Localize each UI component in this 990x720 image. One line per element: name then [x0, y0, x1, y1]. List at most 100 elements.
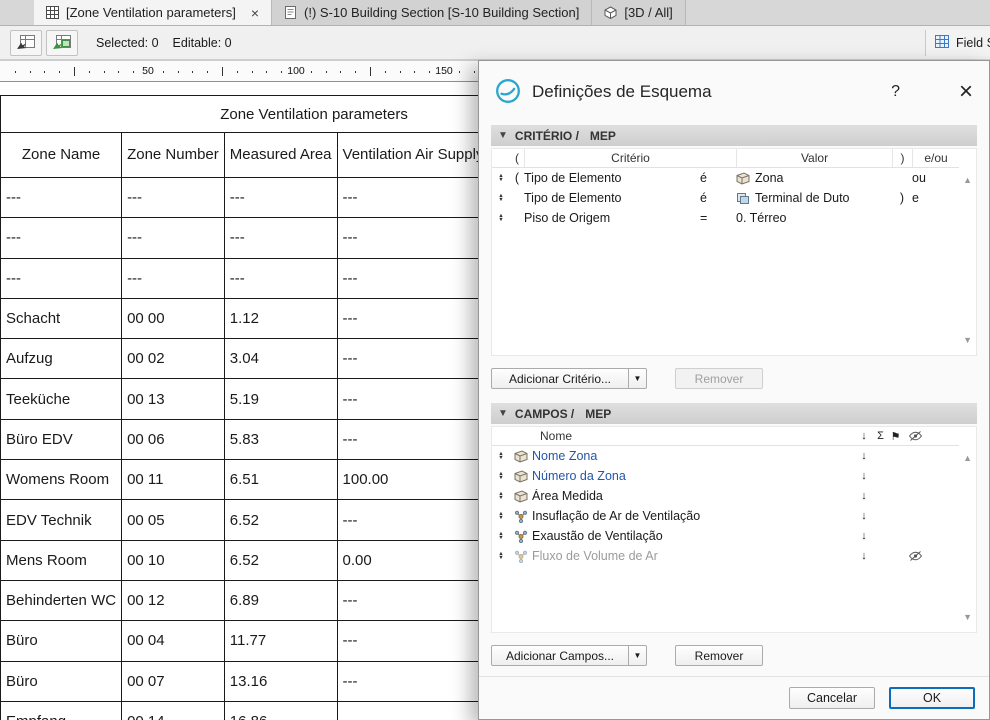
table-cell[interactable]: ---	[223, 217, 338, 259]
table-cell[interactable]: ---	[0, 257, 123, 299]
reorder-handle-icon[interactable]: ▲ ▼	[492, 551, 510, 561]
table-cell[interactable]: ---	[336, 257, 490, 299]
table-cell[interactable]: Büro EDV	[0, 418, 123, 461]
table-cell[interactable]: 00 10	[121, 539, 225, 581]
table-cell[interactable]: ---	[336, 418, 490, 461]
table-cell[interactable]: ---	[121, 257, 225, 299]
field-row[interactable]: ▲ ▼ Fluxo de Volume de Ar ↓	[492, 546, 959, 566]
table-cell[interactable]: Büro	[0, 620, 123, 662]
table-cell[interactable]: 00 13	[121, 378, 225, 420]
table-cell[interactable]: 6.89	[223, 579, 338, 622]
scroll-down-icon[interactable]: ▼	[963, 335, 972, 345]
tab-close-icon[interactable]: ×	[251, 6, 259, 20]
table-cell[interactable]: 11.77	[223, 620, 338, 662]
reorder-handle-icon[interactable]: ▲ ▼	[492, 193, 510, 203]
show-selection-on-plan-button[interactable]	[10, 29, 42, 56]
table-cell[interactable]: ---	[121, 217, 225, 259]
table-cell[interactable]: 6.52	[223, 499, 338, 541]
ok-button[interactable]: OK	[889, 687, 975, 709]
field-row[interactable]: ▲ ▼ Área Medida ↓	[492, 486, 959, 506]
tab-threed[interactable]: [3D / All]	[592, 0, 686, 25]
table-cell[interactable]: Aufzug	[0, 338, 123, 380]
table-cell[interactable]: Büro	[0, 660, 123, 702]
add-criteria-button[interactable]: Adicionar Critério...	[491, 368, 629, 389]
reorder-handle-icon[interactable]: ▲ ▼	[492, 451, 510, 461]
table-cell[interactable]: ---	[121, 176, 225, 219]
field-settings-button[interactable]: Field Sett	[925, 30, 990, 56]
table-cell[interactable]: 3.04	[223, 338, 338, 380]
field-row[interactable]: ▲ ▼ Nome Zona ↓	[492, 446, 959, 466]
cancel-button[interactable]: Cancelar	[789, 687, 875, 709]
table-cell[interactable]: ---	[336, 297, 490, 340]
add-fields-button[interactable]: Adicionar Campos...	[491, 645, 629, 666]
table-cell[interactable]: 00 02	[121, 338, 225, 380]
reorder-handle-icon[interactable]: ▲ ▼	[492, 531, 510, 541]
criteria-row[interactable]: ▲ ▼ (Tipo de Elemento é Zona ou	[492, 168, 959, 188]
field-row[interactable]: ▲ ▼ Insuflação de Ar de Ventilação ↓	[492, 506, 959, 526]
table-cell[interactable]: 0.00	[336, 539, 490, 581]
tab-section[interactable]: (!) S-10 Building Section [S-10 Building…	[272, 0, 593, 25]
table-cell[interactable]: ---	[223, 176, 338, 219]
reorder-handle-icon[interactable]: ▲ ▼	[492, 213, 510, 223]
table-cell[interactable]: 6.51	[223, 459, 338, 501]
table-cell[interactable]: Empfang	[0, 700, 123, 720]
close-button[interactable]: ×	[959, 80, 973, 104]
table-cell[interactable]: ---	[336, 660, 490, 702]
reorder-handle-icon[interactable]: ▲ ▼	[492, 471, 510, 481]
scroll-up-icon[interactable]: ▲	[963, 453, 972, 463]
table-cell[interactable]: 00 04	[121, 620, 225, 662]
reorder-handle-icon[interactable]: ▲ ▼	[492, 511, 510, 521]
table-cell[interactable]: Schacht	[0, 297, 123, 340]
column-header[interactable]: Zone Name	[0, 132, 123, 178]
criteria-section-header[interactable]: ▼ CRITÉRIO / MEP	[491, 125, 977, 146]
table-cell[interactable]: 00 07	[121, 660, 225, 702]
reorder-handle-icon[interactable]: ▲ ▼	[492, 491, 510, 501]
table-cell[interactable]: 1.12	[223, 297, 338, 340]
fields-section-header[interactable]: ▼ CAMPOS / MEP	[491, 403, 977, 424]
table-cell[interactable]: EDV Technik	[0, 499, 123, 541]
field-row[interactable]: ▲ ▼ Número da Zona ↓	[492, 466, 959, 486]
column-header[interactable]: Ventilation Air Supply	[336, 132, 490, 178]
add-fields-dropdown[interactable]: ▼	[629, 645, 647, 666]
table-cell[interactable]: ---	[336, 499, 490, 541]
table-cell[interactable]: ---	[0, 217, 123, 259]
criteria-row[interactable]: ▲ ▼ Piso de Origem = 0. Térreo	[492, 208, 959, 228]
table-cell[interactable]: ---	[336, 700, 490, 720]
add-criteria-dropdown[interactable]: ▼	[629, 368, 647, 389]
table-cell[interactable]: 00 11	[121, 459, 225, 501]
scroll-down-icon[interactable]: ▼	[963, 612, 972, 622]
table-cell[interactable]: 00 06	[121, 418, 225, 461]
table-cell[interactable]: 00 12	[121, 579, 225, 622]
help-button[interactable]: ?	[885, 83, 906, 101]
table-cell[interactable]: Womens Room	[0, 459, 123, 501]
table-cell[interactable]: ---	[0, 176, 123, 219]
table-cell[interactable]: 16.86	[223, 700, 338, 720]
table-cell[interactable]: Teeküche	[0, 378, 123, 420]
remove-fields-button[interactable]: Remover	[675, 645, 763, 666]
table-cell[interactable]: 13.16	[223, 660, 338, 702]
table-cell[interactable]: ---	[336, 217, 490, 259]
table-cell[interactable]: ---	[336, 378, 490, 420]
table-cell[interactable]: Mens Room	[0, 539, 123, 581]
scroll-up-icon[interactable]: ▲	[963, 175, 972, 185]
tab-schedule[interactable]: [Zone Ventilation parameters] ×	[34, 0, 273, 25]
table-cell[interactable]: 100.00	[336, 459, 490, 501]
column-header[interactable]: Measured Area	[223, 132, 338, 178]
table-cell[interactable]: Behinderten WC	[0, 579, 123, 622]
table-cell[interactable]: ---	[336, 176, 490, 219]
table-cell[interactable]: ---	[223, 257, 338, 299]
table-cell[interactable]: ---	[336, 338, 490, 380]
column-header[interactable]: Zone Number	[121, 132, 225, 178]
table-cell[interactable]: 00 05	[121, 499, 225, 541]
table-cell[interactable]: 00 14	[121, 700, 225, 720]
table-cell[interactable]: ---	[336, 620, 490, 662]
table-cell[interactable]: 00 00	[121, 297, 225, 340]
table-cell[interactable]: ---	[336, 579, 490, 622]
table-cell[interactable]: 6.52	[223, 539, 338, 581]
table-cell[interactable]: 5.19	[223, 378, 338, 420]
reorder-handle-icon[interactable]: ▲ ▼	[492, 173, 510, 183]
field-row[interactable]: ▲ ▼ Exaustão de Ventilação ↓	[492, 526, 959, 546]
criteria-row[interactable]: ▲ ▼ Tipo de Elemento é Terminal de Duto) e	[492, 188, 959, 208]
table-cell[interactable]: 5.83	[223, 418, 338, 461]
activate-selection-button[interactable]	[46, 29, 78, 56]
